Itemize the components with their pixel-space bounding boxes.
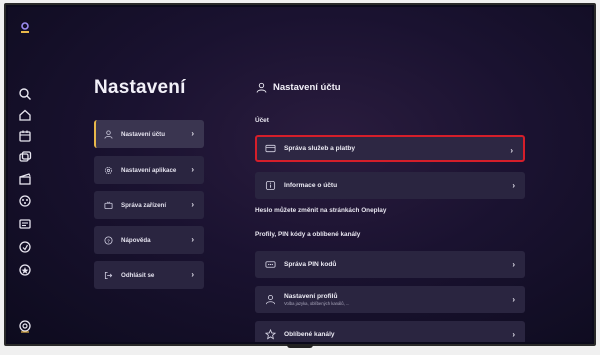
user-icon — [256, 82, 267, 93]
menu-item-label: Nastavení aplikace — [121, 166, 177, 174]
chevron-right-icon: › — [191, 200, 194, 209]
chevron-right-icon: › — [512, 330, 515, 339]
search-icon[interactable] — [18, 87, 32, 101]
section-heading: Nastavení účtu — [256, 82, 341, 93]
payment-card-icon — [265, 143, 276, 154]
chevron-right-icon: › — [512, 181, 515, 190]
channels-icon[interactable] — [18, 150, 32, 164]
row-label: Správa služeb a platby — [284, 145, 356, 152]
series-icon[interactable] — [18, 194, 32, 208]
menu-item-label: Nastavení účtu — [121, 130, 166, 138]
menu-item-label: Odhlásit se — [121, 271, 155, 279]
menu-item-account-settings[interactable]: Nastavení účtu › — [94, 120, 204, 148]
menu-item-app-settings[interactable]: Nastavení aplikace › — [94, 156, 204, 184]
gear-icon — [104, 166, 113, 175]
password-note: Heslo můžete změnit na stránkách Oneplay — [255, 207, 387, 214]
chevron-right-icon: › — [191, 165, 194, 174]
pin-management-button[interactable]: Správa PIN kodů › — [255, 251, 525, 278]
services-payments-button[interactable]: Správa služeb a platby › — [255, 135, 525, 162]
menu-item-device-management[interactable]: Správa zařízení › — [94, 191, 204, 219]
app-screen: Nastavení Nastavení účtu › Nastavení apl… — [8, 7, 592, 342]
library-icon[interactable] — [18, 217, 32, 231]
movies-icon[interactable] — [18, 172, 32, 186]
user-icon — [265, 294, 276, 305]
user-icon — [104, 129, 113, 139]
logout-icon — [104, 271, 113, 280]
row-text: Nastavení profilů Volba jazyka, oblíbený… — [284, 293, 349, 306]
help-icon: ? — [104, 235, 113, 245]
menu-item-logout[interactable]: Odhlásit se › — [94, 261, 204, 289]
logo-icon[interactable] — [18, 21, 32, 35]
section-label-account: Účet — [255, 117, 269, 124]
chevron-right-icon: › — [512, 295, 515, 304]
kids-icon[interactable] — [18, 263, 32, 277]
chevron-right-icon: › — [191, 270, 194, 279]
svg-text:?: ? — [107, 238, 110, 243]
section-heading-label: Nastavení účtu — [273, 82, 341, 93]
tv-guide-icon[interactable] — [18, 129, 32, 143]
chevron-right-icon: › — [191, 129, 194, 138]
menu-item-help[interactable]: ? Nápověda › — [94, 226, 204, 254]
page-title: Nastavení — [94, 77, 186, 98]
tv-frame: Nastavení Nastavení účtu › Nastavení apl… — [4, 3, 596, 346]
pin-icon — [265, 259, 276, 270]
device-icon — [104, 201, 113, 210]
chevron-right-icon: › — [510, 146, 513, 155]
section-label-profiles: Profily, PIN kódy a oblíbené kanály — [255, 231, 361, 238]
sport-icon[interactable] — [18, 240, 32, 254]
account-info-button[interactable]: Informace o účtu › — [255, 172, 525, 199]
chevron-right-icon: › — [191, 235, 194, 244]
home-icon[interactable] — [18, 108, 32, 122]
menu-item-label: Správa zařízení — [121, 201, 167, 209]
info-icon — [265, 180, 276, 191]
chevron-right-icon: › — [512, 260, 515, 269]
row-sublabel: Volba jazyka, oblíbených kanálů, ... — [284, 301, 350, 306]
tv-stand — [287, 344, 313, 348]
favorite-channels-button[interactable]: Oblíbené kanály › — [255, 321, 525, 342]
row-label: Oblíbené kanály — [284, 331, 335, 338]
star-icon — [265, 329, 276, 340]
row-label: Informace o účtu — [284, 182, 338, 189]
profile-settings-button[interactable]: Nastavení profilů Volba jazyka, oblíbený… — [255, 286, 525, 313]
settings-icon[interactable] — [18, 319, 32, 333]
menu-item-label: Nápověda — [121, 236, 151, 244]
row-label: Nastavení profilů — [284, 293, 338, 300]
nav-rail — [8, 7, 42, 342]
row-label: Správa PIN kodů — [284, 261, 337, 268]
